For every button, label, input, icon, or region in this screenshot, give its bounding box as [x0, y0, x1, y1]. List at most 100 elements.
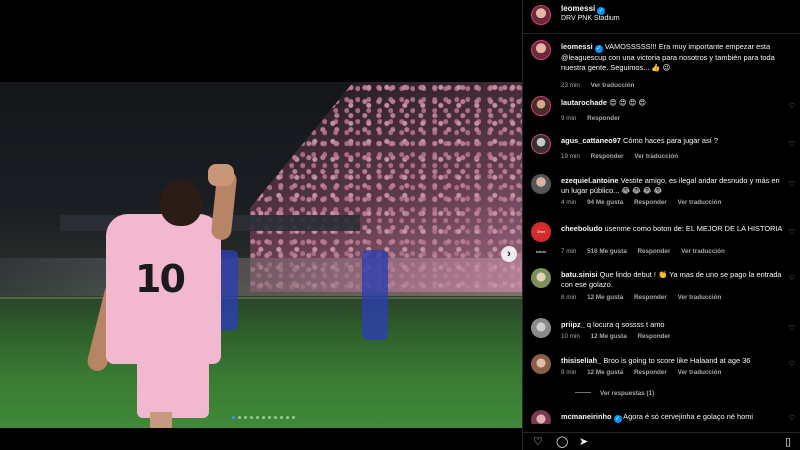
bookmark-icon[interactable]: ▯: [785, 437, 791, 448]
heart-icon[interactable]: ♡: [789, 140, 795, 148]
timestamp: 9 min: [561, 369, 577, 376]
comment-meta: 4 min 94 Me gusta Responder Ver traducci…: [561, 199, 730, 206]
comment-icon[interactable]: ◯: [556, 437, 568, 448]
comment-username[interactable]: cheeboludo: [561, 224, 602, 233]
avatar[interactable]: [531, 268, 551, 288]
carousel-dot: [268, 416, 271, 419]
timestamp: 4 min: [561, 199, 577, 206]
player-shorts: [137, 354, 209, 418]
carousel-dot: [262, 416, 265, 419]
comment-body: Cómo haces para jugar así ?: [623, 136, 718, 145]
carousel-dot: [256, 416, 259, 419]
carousel-dots: [232, 416, 295, 419]
likes-count[interactable]: 12 Me gusta: [587, 369, 623, 376]
verified-icon: ✓: [594, 45, 603, 53]
timestamp: 10 min: [561, 333, 580, 340]
caption-body: VAMOSSSSS!!! Era muy importante empezar …: [561, 42, 775, 72]
media-pane: 10 ›: [0, 0, 522, 450]
comment-meta: 10 min 12 Me gusta Responder: [561, 333, 679, 340]
comment-username[interactable]: lautarochade: [561, 98, 607, 107]
heart-icon[interactable]: ♡: [789, 414, 795, 422]
timestamp: 8 min: [561, 294, 577, 301]
translate-link[interactable]: Ver traducción: [591, 82, 635, 89]
share-icon[interactable]: ➤: [579, 437, 588, 448]
player-head: [160, 180, 202, 226]
avatar[interactable]: [531, 318, 551, 338]
likes-count[interactable]: 94 Me gusta: [587, 199, 623, 206]
comments-list: leomessi ✓ VAMOSSSSS!!! Era muy important…: [523, 34, 800, 424]
avatar[interactable]: [531, 134, 551, 154]
translate-link[interactable]: Ver traducción: [678, 369, 722, 376]
view-replies[interactable]: Ver respuestas (1): [575, 390, 663, 397]
translate-link[interactable]: Ver traducción: [678, 199, 722, 206]
heart-icon[interactable]: ♡: [533, 437, 543, 448]
pitch-line: [0, 297, 522, 299]
reply-button[interactable]: Responder: [634, 294, 667, 301]
comment-meta: 9 min 12 Me gusta Responder Ver traducci…: [561, 369, 730, 376]
comment-username[interactable]: thisiseliah_: [561, 356, 601, 365]
avatar[interactable]: [531, 96, 551, 116]
translate-link[interactable]: Ver traducción: [678, 294, 722, 301]
comment-text: cheeboludo usenme como boton de: EL MEJO…: [561, 224, 789, 234]
comments-panel: leomessi ✓ DRV PNK Stadium leomessi ✓ VAMO…: [522, 0, 800, 450]
comment-username[interactable]: mcmaneirinho: [561, 412, 612, 421]
chevron-right-icon[interactable]: ›: [501, 246, 517, 262]
avatar[interactable]: Ohee boludo: [531, 222, 551, 254]
caption-meta: 23 min Ver traducción: [561, 82, 643, 89]
username-text[interactable]: leomessi: [561, 4, 595, 13]
reply-button[interactable]: Responder: [637, 333, 670, 340]
likes-count[interactable]: 12 Me gusta: [591, 333, 627, 340]
likes-count[interactable]: 516 Me gusta: [587, 248, 627, 255]
comment-text: agus_cattaneo97 Cómo haces para jugar as…: [561, 136, 789, 146]
header-username[interactable]: leomessi ✓: [561, 4, 606, 15]
avatar[interactable]: [531, 410, 551, 424]
post-header: leomessi ✓ DRV PNK Stadium: [523, 0, 800, 34]
likes-count[interactable]: 12 Me gusta: [587, 294, 623, 301]
heart-icon[interactable]: ♡: [789, 360, 795, 368]
reply-button[interactable]: Responder: [634, 369, 667, 376]
heart-icon[interactable]: ♡: [789, 102, 795, 110]
reply-button[interactable]: Responder: [591, 153, 624, 160]
comment-meta: 7 min 516 Me gusta Responder Ver traducc…: [561, 248, 734, 255]
comment-body: 😍 😍 😍 😍: [609, 98, 647, 107]
heart-icon[interactable]: ♡: [789, 324, 795, 332]
background-player: [362, 250, 388, 340]
timestamp: 7 min: [561, 248, 577, 255]
comment-body: Agora é só cervejinha e golaço né homi: [623, 412, 753, 421]
reply-button[interactable]: Responder: [587, 115, 620, 122]
avatar[interactable]: [531, 354, 551, 374]
comment-username[interactable]: ezequiel.antoine: [561, 176, 619, 185]
caption-username[interactable]: leomessi: [561, 42, 593, 51]
avatar[interactable]: [531, 40, 551, 60]
timestamp: 23 min: [561, 82, 580, 89]
action-bar: ♡ ◯ ➤ ▯: [523, 432, 800, 450]
post-photo[interactable]: 10: [0, 82, 522, 428]
heart-icon[interactable]: ♡: [789, 228, 795, 236]
reply-button[interactable]: Responder: [634, 199, 667, 206]
comment-username[interactable]: batu.sinisi: [561, 270, 598, 279]
comment-text: priipz_ q locura q sossss t amo: [561, 320, 789, 330]
translate-link[interactable]: Ver traducción: [681, 248, 725, 255]
location-link[interactable]: DRV PNK Stadium: [561, 15, 620, 22]
carousel-dot: [280, 416, 283, 419]
carousel-dot: [232, 416, 235, 419]
carousel-dot: [238, 416, 241, 419]
comment-meta: 19 min Responder Ver traducción: [561, 153, 687, 160]
comment-text: ezequiel.antoine Vestite amigo, es ilega…: [561, 176, 789, 196]
avatar-label: Ohee boludo: [535, 230, 547, 254]
comment-text: batu.sinisi Que lindo debut ! 👏 Ya mas d…: [561, 270, 789, 290]
carousel-dot: [292, 416, 295, 419]
avatar[interactable]: [531, 174, 551, 194]
player-leg: [150, 412, 172, 428]
heart-icon[interactable]: ♡: [789, 180, 795, 188]
timestamp: 19 min: [561, 153, 580, 160]
view-replies-label[interactable]: Ver respuestas (1): [600, 390, 654, 397]
comment-username[interactable]: agus_cattaneo97: [561, 136, 621, 145]
comment-username[interactable]: priipz_: [561, 320, 585, 329]
heart-icon[interactable]: ♡: [789, 274, 795, 282]
translate-link[interactable]: Ver traducción: [634, 153, 678, 160]
avatar[interactable]: [531, 5, 551, 25]
reply-button[interactable]: Responder: [637, 248, 670, 255]
comment-body: Broo is going to score like Halaand at a…: [603, 356, 751, 365]
comment-meta: 9 min Responder: [561, 115, 629, 122]
